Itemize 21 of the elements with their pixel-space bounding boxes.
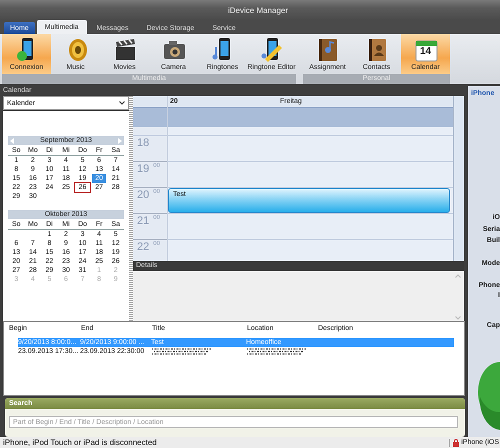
hour-label: 20 bbox=[137, 189, 150, 201]
hour-label: 22 bbox=[137, 241, 150, 253]
scroll-down-icon bbox=[455, 316, 461, 320]
minutes-label: 00 bbox=[153, 215, 160, 221]
window-title: iDevice Manager bbox=[228, 6, 288, 14]
minutes-label: 00 bbox=[153, 163, 160, 169]
hour-label: 18 bbox=[137, 137, 150, 149]
minutes-label: 00 bbox=[153, 241, 160, 247]
details-area[interactable] bbox=[133, 271, 464, 323]
status-message: iPhone, iPod Touch or iPad is disconnected bbox=[3, 438, 158, 447]
chevron-down-icon bbox=[119, 101, 125, 105]
next-month-icon bbox=[118, 138, 122, 144]
calendar-day-number: 14 bbox=[418, 46, 432, 57]
splitter-handle[interactable] bbox=[129, 96, 133, 323]
hour-label: 21 bbox=[137, 215, 150, 227]
scroll-up-icon bbox=[455, 274, 461, 278]
hour-label: 19 bbox=[137, 163, 150, 175]
previous-month-icon bbox=[10, 138, 14, 144]
minutes-label: 00 bbox=[153, 189, 160, 195]
lock-icon bbox=[453, 438, 460, 446]
phone-pencil-icon bbox=[258, 37, 284, 63]
